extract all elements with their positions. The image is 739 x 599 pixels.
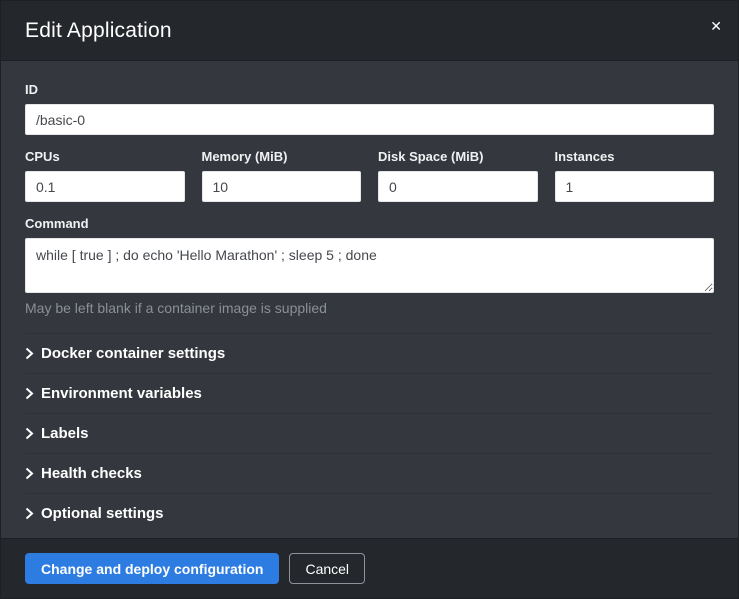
section-labels[interactable]: Labels [25, 413, 714, 453]
chevron-right-icon [25, 427, 41, 440]
command-help-text: May be left blank if a container image i… [25, 300, 714, 316]
command-label: Command [25, 216, 714, 231]
memory-field-group: Memory (MiB) [202, 135, 362, 202]
collapsible-sections: Docker container settings Environment va… [25, 333, 714, 533]
cancel-button[interactable]: Cancel [289, 553, 365, 584]
cpus-field-group: CPUs [25, 135, 185, 202]
modal-footer: Change and deploy configuration Cancel [1, 538, 738, 598]
modal-body: ID CPUs Memory (MiB) Disk Space (MiB) In… [1, 61, 738, 538]
edit-application-modal: Edit Application ✕ ID CPUs Memory (MiB) … [0, 0, 739, 599]
cpus-input[interactable] [25, 171, 185, 202]
chevron-right-icon [25, 347, 41, 360]
id-label: ID [25, 82, 714, 97]
section-docker-container-settings[interactable]: Docker container settings [25, 333, 714, 373]
id-input[interactable] [25, 104, 714, 135]
section-environment-variables[interactable]: Environment variables [25, 373, 714, 413]
memory-input[interactable] [202, 171, 362, 202]
close-icon[interactable]: ✕ [710, 19, 722, 33]
instances-input[interactable] [555, 171, 715, 202]
instances-label: Instances [555, 149, 715, 164]
modal-header: Edit Application ✕ [1, 1, 738, 61]
resource-fields-row: CPUs Memory (MiB) Disk Space (MiB) Insta… [25, 135, 714, 202]
disk-input[interactable] [378, 171, 538, 202]
disk-field-group: Disk Space (MiB) [378, 135, 538, 202]
section-label: Environment variables [41, 385, 202, 402]
section-label: Health checks [41, 465, 142, 482]
section-label: Optional settings [41, 505, 164, 522]
chevron-right-icon [25, 467, 41, 480]
memory-label: Memory (MiB) [202, 149, 362, 164]
deploy-button[interactable]: Change and deploy configuration [25, 553, 279, 584]
chevron-right-icon [25, 507, 41, 520]
section-optional-settings[interactable]: Optional settings [25, 493, 714, 533]
instances-field-group: Instances [555, 135, 715, 202]
section-health-checks[interactable]: Health checks [25, 453, 714, 493]
command-input[interactable]: while [ true ] ; do echo 'Hello Marathon… [25, 238, 714, 293]
disk-label: Disk Space (MiB) [378, 149, 538, 164]
modal-title: Edit Application [25, 19, 714, 43]
chevron-right-icon [25, 387, 41, 400]
section-label: Labels [41, 425, 89, 442]
section-label: Docker container settings [41, 345, 225, 362]
cpus-label: CPUs [25, 149, 185, 164]
